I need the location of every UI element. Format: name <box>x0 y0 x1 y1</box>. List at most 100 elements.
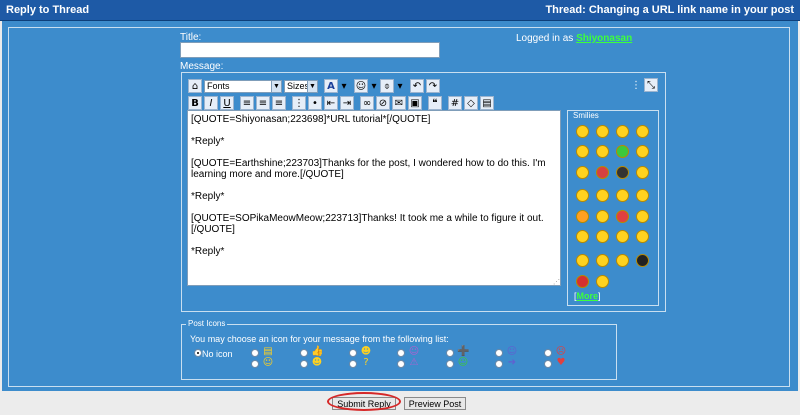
php-icon[interactable]: ▤ <box>480 96 494 110</box>
smiley-icon[interactable] <box>616 210 629 223</box>
switch-mode-icon[interactable]: ⤡ <box>644 78 658 92</box>
italic-icon[interactable]: I <box>204 96 218 110</box>
post-icon: ☺ <box>457 357 469 368</box>
title-input[interactable] <box>180 42 440 58</box>
unordered-list-icon[interactable]: • <box>308 96 322 110</box>
chevron-down-icon[interactable]: ▾ <box>340 79 348 93</box>
post-icon: ⚠ <box>409 357 419 368</box>
chevron-down-icon[interactable]: ▾ <box>370 79 378 93</box>
outdent-icon[interactable]: ⇤ <box>324 96 338 110</box>
smiley-icon[interactable] <box>576 275 589 288</box>
post-icon-radio[interactable] <box>349 360 357 368</box>
home-icon[interactable]: ⌂ <box>188 79 202 93</box>
post-icon-radio[interactable] <box>300 360 308 368</box>
post-icon-radio[interactable] <box>251 360 259 368</box>
unlink-icon[interactable]: ⊘ <box>376 96 390 110</box>
message-textarea[interactable]: [QUOTE=Shiyonasan;223698]*URL tutorial*[… <box>187 110 561 286</box>
collapse-icon[interactable]: ⋮ <box>631 78 641 92</box>
post-icon-radio[interactable] <box>300 349 308 357</box>
size-select[interactable]: Sizes ▼ <box>284 79 318 93</box>
font-select[interactable]: Fonts ▼ <box>204 79 282 93</box>
post-icon-radio[interactable] <box>544 360 552 368</box>
post-icon: ? <box>363 357 369 368</box>
smiley-icon[interactable] <box>636 189 649 202</box>
toolbar-row-2: B I U ≡ ≡ ≡ ⋮ • ⇤ ⇥ ∞ ⊘ ✉ ▣ ❝ # ◇ ▤ <box>188 95 494 111</box>
message-line: *Reply* <box>191 136 225 147</box>
smiley-icon[interactable] <box>596 210 609 223</box>
code-icon[interactable]: # <box>448 96 462 110</box>
no-icon-label: No icon <box>202 349 233 359</box>
smiley-icon[interactable] <box>616 166 629 179</box>
post-icon: ♥ <box>556 357 566 368</box>
toolbar-row-1: ⌂ Fonts ▼ Sizes ▼ A ▾ ☺ ▾ ⌽ ▾ ↶ ↷ <box>188 78 440 94</box>
post-icon-radio[interactable] <box>397 349 405 357</box>
message-line: *Reply* <box>191 246 225 257</box>
smiley-icon[interactable] <box>576 254 589 267</box>
smilies-more: [More] <box>574 291 601 301</box>
align-center-icon[interactable]: ≡ <box>256 96 270 110</box>
font-color-icon[interactable]: A <box>324 79 338 93</box>
smiley-icon[interactable] <box>596 254 609 267</box>
smiley-icon[interactable] <box>636 210 649 223</box>
html-icon[interactable]: ◇ <box>464 96 478 110</box>
submit-reply-button[interactable]: Submit Reply <box>332 397 396 410</box>
no-icon-radio[interactable] <box>194 349 202 357</box>
preview-post-button[interactable]: Preview Post <box>404 397 466 410</box>
smiley-icon[interactable] <box>636 166 649 179</box>
email-icon[interactable]: ✉ <box>392 96 406 110</box>
post-icon-radio[interactable] <box>495 349 503 357</box>
smiley-icon[interactable] <box>596 230 609 243</box>
ordered-list-icon[interactable]: ⋮ <box>292 96 306 110</box>
smiley-icon[interactable] <box>636 230 649 243</box>
post-icon-radio[interactable] <box>446 360 454 368</box>
smiley-icon[interactable] <box>616 230 629 243</box>
smiley-icon[interactable] <box>596 125 609 138</box>
smiley-icon[interactable] <box>616 125 629 138</box>
resize-grip-icon[interactable]: ⋰ <box>553 278 560 286</box>
smiley-icon[interactable] <box>596 275 609 288</box>
attachment-icon[interactable]: ⌽ <box>380 79 394 93</box>
chevron-down-icon[interactable]: ▾ <box>396 79 404 93</box>
post-icon-radio[interactable] <box>349 349 357 357</box>
smiley-icon[interactable] <box>596 189 609 202</box>
redo-icon[interactable]: ↷ <box>426 79 440 93</box>
smiley-icon[interactable]: ☺ <box>354 79 368 93</box>
chevron-down-icon: ▼ <box>271 80 281 92</box>
post-icon-radio[interactable] <box>495 360 503 368</box>
smiley-icon[interactable] <box>576 189 589 202</box>
smiley-icon[interactable] <box>576 145 589 158</box>
post-icons-legend: Post Icons <box>186 319 228 328</box>
smiley-icon[interactable] <box>636 145 649 158</box>
post-icon-radio[interactable] <box>446 349 454 357</box>
underline-icon[interactable]: U <box>220 96 234 110</box>
message-line: [QUOTE=SOPikaMeowMeow;223713]Thanks! It … <box>191 213 544 235</box>
smiley-icon[interactable] <box>576 125 589 138</box>
post-icon-radio[interactable] <box>397 360 405 368</box>
post-icon-radio[interactable] <box>544 349 552 357</box>
window-title: Reply to Thread <box>6 4 90 16</box>
quote-icon[interactable]: ❝ <box>428 96 442 110</box>
smiley-icon[interactable] <box>576 230 589 243</box>
smiley-icon[interactable] <box>636 254 649 267</box>
font-select-value: Fonts <box>207 81 230 91</box>
align-right-icon[interactable]: ≡ <box>272 96 286 110</box>
indent-icon[interactable]: ⇥ <box>340 96 354 110</box>
bold-icon[interactable]: B <box>188 96 202 110</box>
smilies-legend: Smilies <box>572 111 600 120</box>
smiley-icon[interactable] <box>616 254 629 267</box>
smiley-icon[interactable] <box>576 210 589 223</box>
smiley-icon[interactable] <box>596 145 609 158</box>
smiley-icon[interactable] <box>616 145 629 158</box>
smiley-icon[interactable] <box>596 166 609 179</box>
smiley-icon[interactable] <box>576 166 589 179</box>
message-line: [QUOTE=Earthshine;223703]Thanks for the … <box>191 158 549 180</box>
smiley-icon[interactable] <box>616 189 629 202</box>
undo-icon[interactable]: ↶ <box>410 79 424 93</box>
username-link[interactable]: Shiyonasan <box>576 33 632 44</box>
more-smilies-link[interactable]: More <box>577 291 599 301</box>
image-icon[interactable]: ▣ <box>408 96 422 110</box>
align-left-icon[interactable]: ≡ <box>240 96 254 110</box>
smiley-icon[interactable] <box>636 125 649 138</box>
link-icon[interactable]: ∞ <box>360 96 374 110</box>
post-icon-radio[interactable] <box>251 349 259 357</box>
